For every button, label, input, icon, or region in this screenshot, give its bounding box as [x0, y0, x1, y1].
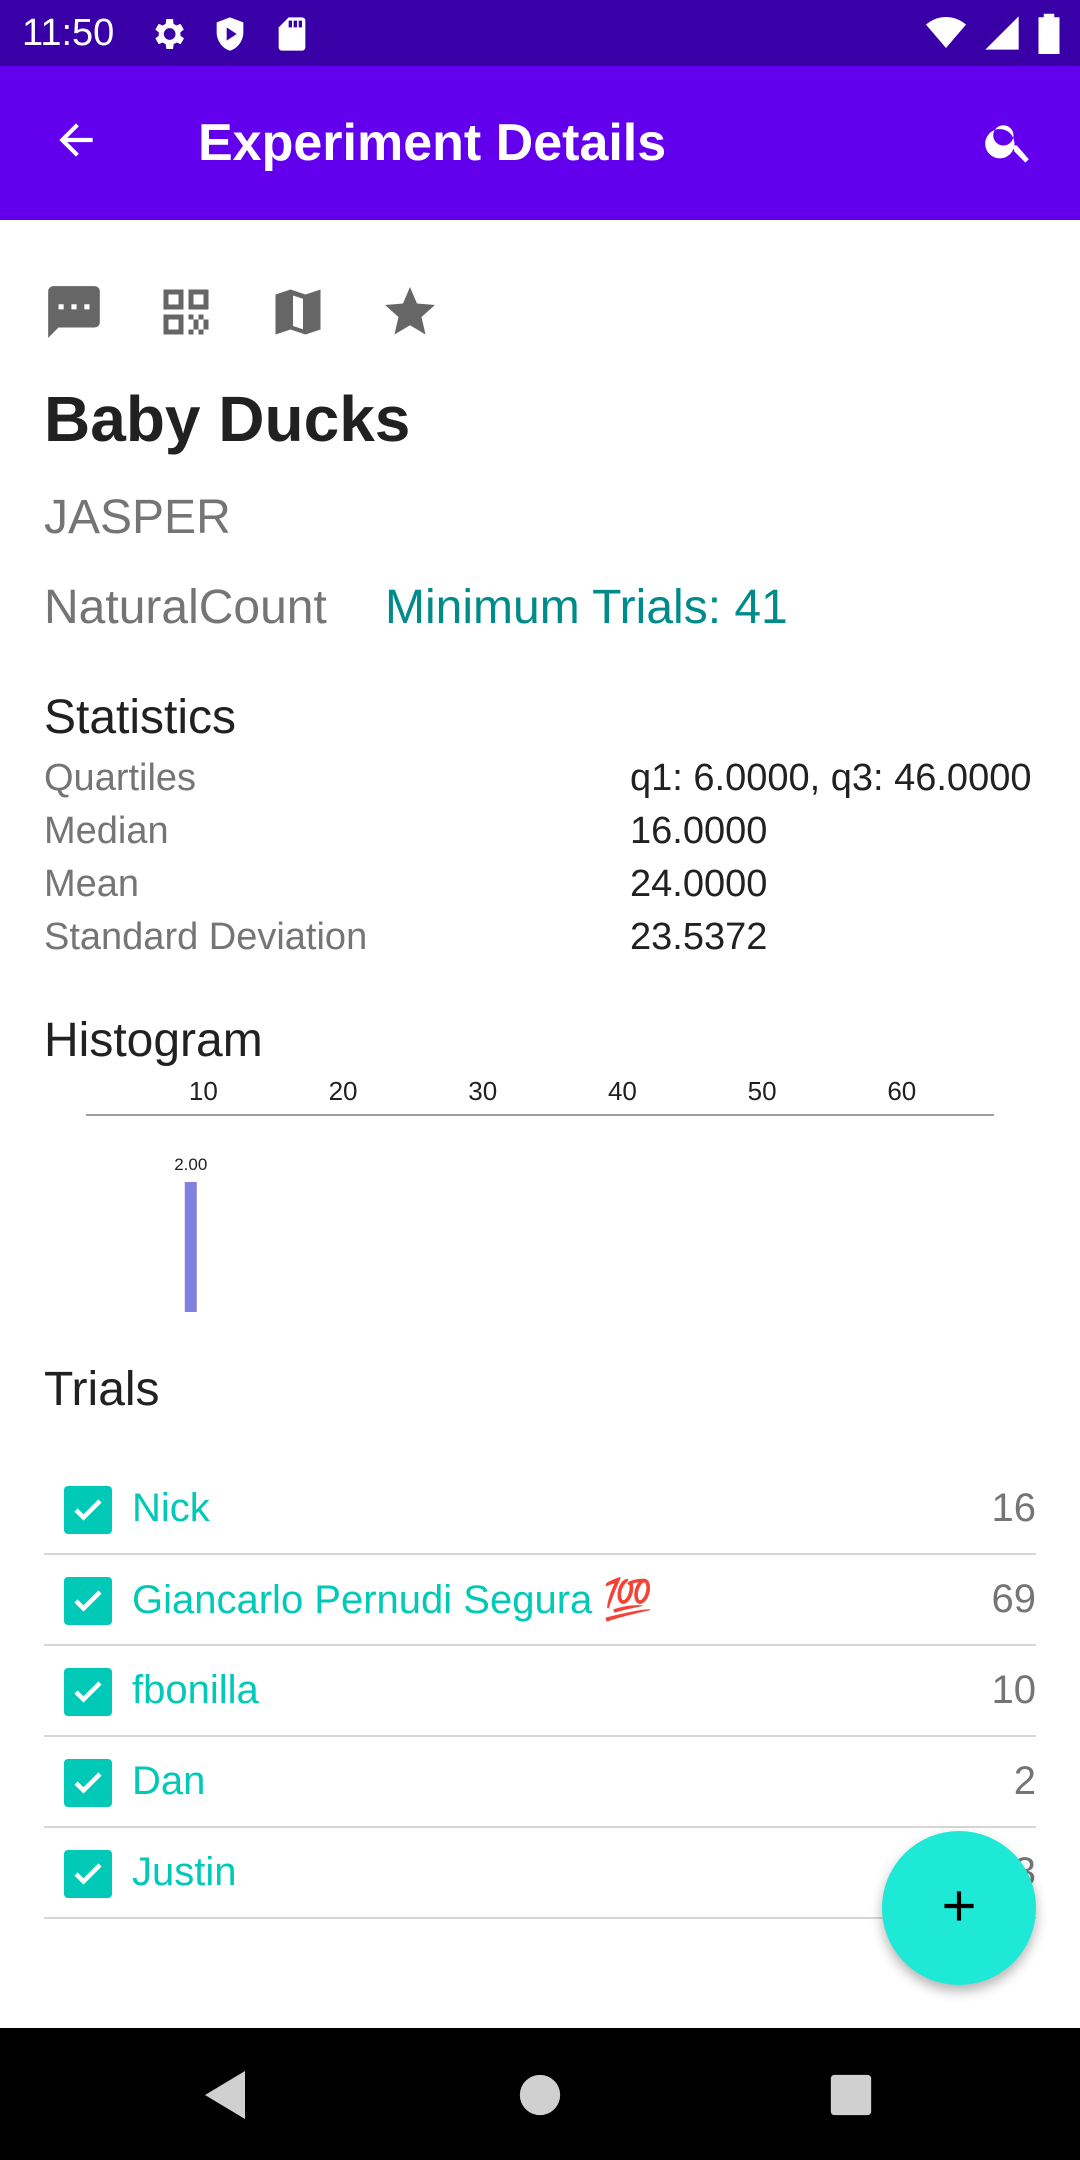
status-time: 11:50 [22, 12, 115, 54]
histogram-tick-label: 10 [189, 1076, 218, 1106]
trial-name[interactable]: Dan [132, 1759, 205, 1804]
stats-row: Mean 24.0000 [44, 858, 1044, 911]
map-button[interactable] [268, 284, 328, 344]
experiment-type: NaturalCount [44, 581, 327, 634]
stats-label: Mean [44, 863, 140, 905]
histogram-tick-label: 30 [468, 1076, 497, 1106]
experiment-owner: JASPER [44, 491, 231, 544]
home-circle-icon [519, 2074, 561, 2116]
nav-recents-button[interactable] [816, 2060, 886, 2130]
status-left-icons [148, 14, 312, 59]
nav-home-button[interactable] [505, 2060, 575, 2130]
trial-name[interactable]: fbonilla [132, 1668, 259, 1713]
stats-label: Median [44, 810, 169, 852]
star-icon [380, 282, 440, 347]
system-nav-bar [0, 2028, 1080, 2160]
back-button[interactable] [44, 110, 108, 174]
search-icon [982, 114, 1036, 173]
histogram-tick-label: 40 [608, 1076, 637, 1106]
gear-icon [148, 14, 188, 59]
wifi-icon [924, 13, 968, 58]
comment-icon [43, 281, 105, 348]
trial-value: 2 [1013, 1759, 1036, 1803]
comment-button[interactable] [44, 284, 104, 344]
stats-row: Standard Deviation 23.5372 [44, 911, 1044, 964]
qr-code-button[interactable] [156, 284, 216, 344]
action-icons [44, 284, 440, 344]
check-icon [74, 1772, 102, 1794]
trial-checkbox[interactable] [64, 1577, 112, 1625]
arrow-back-icon [51, 115, 101, 170]
stats-row: Median 16.0000 [44, 805, 1044, 858]
sd-card-icon [272, 14, 312, 59]
trial-name[interactable]: Justin [132, 1850, 237, 1895]
trials-list: Nick 16 Giancarlo Pernudi Segura 💯 69 fb… [44, 1464, 1036, 1919]
list-item[interactable]: Nick 16 [44, 1464, 1036, 1555]
trial-name[interactable]: Giancarlo Pernudi Segura 💯 [132, 1576, 653, 1623]
status-bar: 11:50 [0, 0, 1080, 66]
check-icon [74, 1590, 102, 1612]
histogram-tick-label: 50 [748, 1076, 777, 1106]
stats-value: 23.5372 [630, 916, 768, 958]
minimum-trials: Minimum Trials: 41 [385, 581, 788, 634]
plus-icon [934, 1881, 984, 1936]
histogram-svg: 10 20 30 40 50 60 2.00 [86, 1076, 994, 1312]
trials-heading: Trials [44, 1363, 160, 1416]
check-icon [74, 1681, 102, 1703]
nav-back-button[interactable] [190, 2060, 260, 2130]
signal-icon [982, 13, 1022, 58]
trial-value: 16 [991, 1486, 1037, 1530]
list-item[interactable]: Dan 2 [44, 1737, 1036, 1828]
stats-label: Quartiles [44, 757, 197, 799]
trial-checkbox[interactable] [64, 1668, 112, 1716]
list-item[interactable]: Giancarlo Pernudi Segura 💯 69 [44, 1555, 1036, 1646]
histogram-tick-label: 60 [887, 1076, 916, 1106]
stats-label: Standard Deviation [44, 916, 368, 958]
status-right-icons [924, 12, 1062, 59]
histogram-chart: 10 20 30 40 50 60 2.00 [0, 1060, 1080, 1320]
statistics-table: Quartiles q1: 6.0000, q3: 46.0000 Median… [44, 752, 1044, 964]
map-icon [268, 282, 328, 347]
stats-value: 24.0000 [630, 863, 768, 905]
trial-checkbox[interactable] [64, 1486, 112, 1534]
check-icon [74, 1499, 102, 1521]
check-icon [74, 1863, 102, 1885]
trial-checkbox[interactable] [64, 1850, 112, 1898]
page-title: Experiment Details [198, 114, 667, 172]
trial-value: 69 [991, 1577, 1037, 1621]
app-bar: Experiment Details [0, 66, 1080, 220]
shield-icon [210, 14, 250, 59]
add-trial-button[interactable] [882, 1831, 1036, 1985]
star-button[interactable] [380, 284, 440, 344]
list-item[interactable]: fbonilla 10 [44, 1646, 1036, 1737]
qr-code-icon [156, 282, 216, 347]
histogram-tick-label: 20 [329, 1076, 358, 1106]
stats-value: q1: 6.0000, q3: 46.0000 [630, 757, 1032, 799]
trial-value: 10 [991, 1668, 1037, 1712]
stats-value: 16.0000 [630, 810, 768, 852]
search-button[interactable] [974, 108, 1044, 178]
recents-square-icon [830, 2074, 872, 2116]
back-triangle-icon [205, 2071, 245, 2119]
battery-icon [1036, 12, 1062, 59]
histogram-bar-label: 2.00 [174, 1155, 207, 1174]
stats-row: Quartiles q1: 6.0000, q3: 46.0000 [44, 752, 1044, 805]
statistics-heading: Statistics [44, 691, 237, 744]
trial-name[interactable]: Nick [132, 1486, 210, 1531]
histogram-bar [184, 1182, 197, 1312]
trial-checkbox[interactable] [64, 1759, 112, 1807]
experiment-title: Baby Ducks [44, 383, 411, 455]
